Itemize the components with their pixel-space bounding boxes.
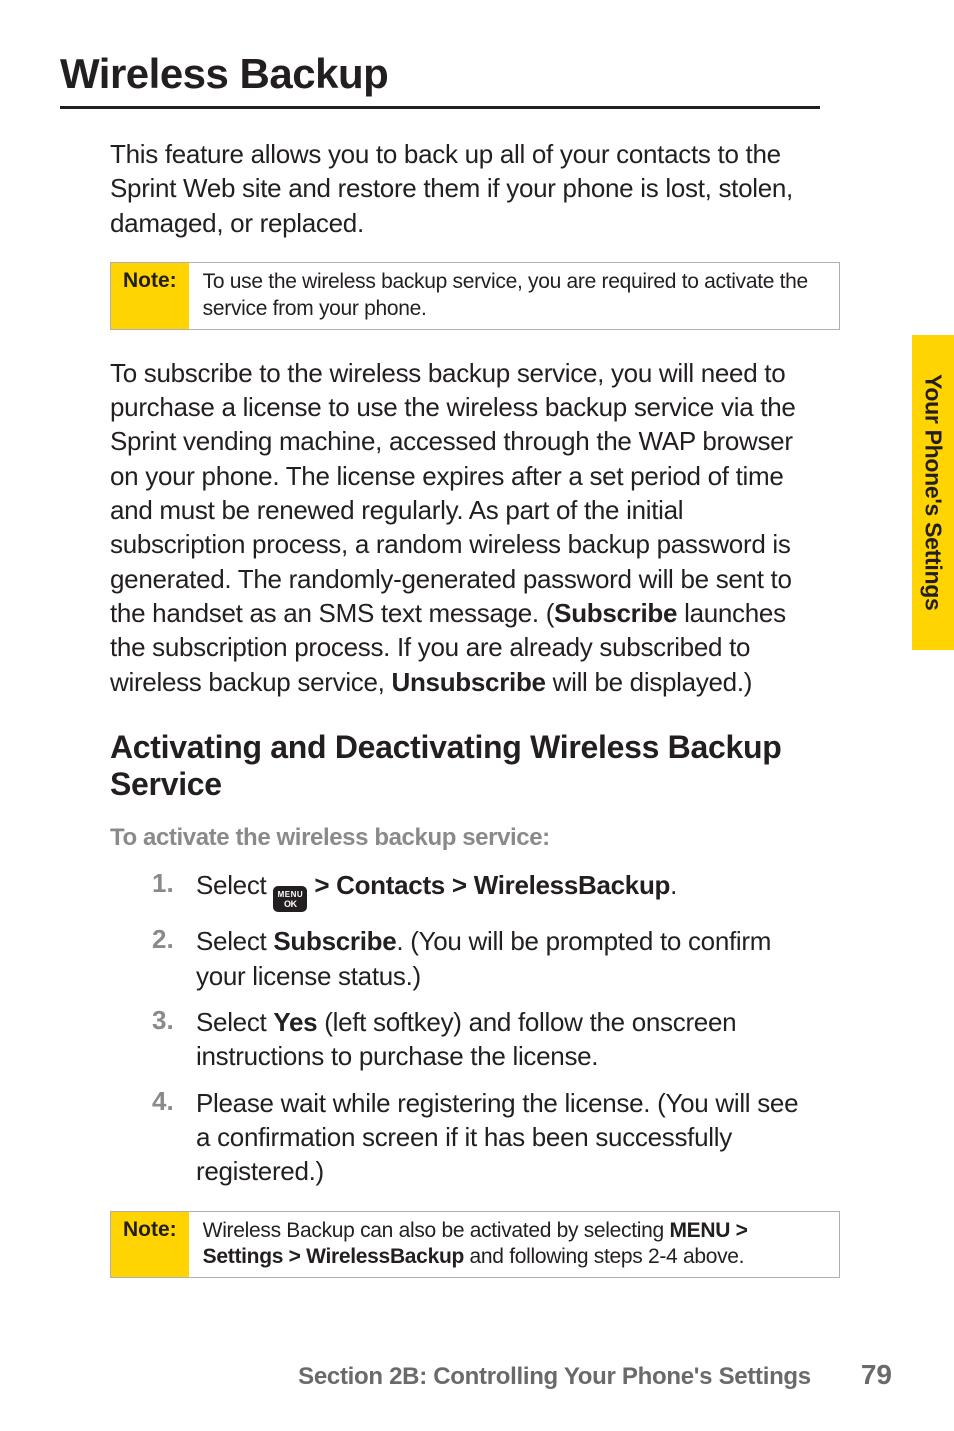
- text-span: Select: [196, 926, 273, 956]
- note-box-1: Note: To use the wireless backup service…: [110, 262, 840, 330]
- step-text: Select MENUOK > Contacts > WirelessBacku…: [196, 868, 677, 912]
- menu-icon-line1: MENU: [278, 891, 304, 899]
- subscribe-bold: Subscribe: [273, 926, 396, 956]
- note-label: Note:: [111, 263, 189, 329]
- footer-section-title: Section 2B: Controlling Your Phone's Set…: [298, 1363, 811, 1391]
- page-title: Wireless Backup: [60, 50, 820, 98]
- subheading: To activate the wireless backup service:: [110, 824, 820, 852]
- text-span: Wireless Backup can also be activated by…: [203, 1219, 670, 1242]
- intro-paragraph: This feature allows you to back up all o…: [110, 137, 820, 240]
- step-text: Please wait while registering the licens…: [196, 1086, 800, 1189]
- text-span: Select: [196, 1007, 273, 1037]
- menu-path-bold: > Contacts > WirelessBackup: [307, 870, 670, 900]
- step-text: Select Yes (left softkey) and follow the…: [196, 1005, 800, 1074]
- subscription-paragraph: To subscribe to the wireless backup serv…: [110, 356, 820, 699]
- text-span: To subscribe to the wireless backup serv…: [110, 358, 796, 628]
- step-number: 3.: [152, 1005, 196, 1074]
- text-span: .: [670, 870, 677, 900]
- note-box-2: Note: Wireless Backup can also be activa…: [110, 1211, 840, 1279]
- yes-bold: Yes: [273, 1007, 317, 1037]
- menu-icon-line2: OK: [284, 900, 297, 909]
- list-item: 1. Select MENUOK > Contacts > WirelessBa…: [152, 868, 800, 912]
- step-number: 1.: [152, 868, 196, 912]
- text-span: and following steps 2-4 above.: [464, 1245, 744, 1268]
- step-text: Select Subscribe. (You will be prompted …: [196, 924, 800, 993]
- list-item: 4. Please wait while registering the lic…: [152, 1086, 800, 1189]
- step-number: 2.: [152, 924, 196, 993]
- text-span: Select: [196, 870, 273, 900]
- side-tab-label: Your Phone's Settings: [920, 374, 947, 610]
- side-tab: Your Phone's Settings: [912, 335, 954, 650]
- menu-ok-icon: MENUOK: [273, 886, 307, 912]
- list-item: 2. Select Subscribe. (You will be prompt…: [152, 924, 800, 993]
- text-span: will be displayed.): [546, 667, 752, 697]
- note-text: Wireless Backup can also be activated by…: [189, 1212, 839, 1278]
- section-heading: Activating and Deactivating Wireless Bac…: [110, 729, 820, 803]
- step-number: 4.: [152, 1086, 196, 1189]
- subscribe-bold: Subscribe: [554, 598, 677, 628]
- note-label: Note:: [111, 1212, 189, 1278]
- unsubscribe-bold: Unsubscribe: [392, 667, 546, 697]
- footer-page-number: 79: [861, 1359, 892, 1391]
- page-footer: Section 2B: Controlling Your Phone's Set…: [0, 1359, 954, 1391]
- note-text: To use the wireless backup service, you …: [189, 263, 839, 329]
- title-rule: [60, 106, 820, 109]
- text-span: Please wait while registering the licens…: [196, 1088, 798, 1187]
- list-item: 3. Select Yes (left softkey) and follow …: [152, 1005, 800, 1074]
- steps-list: 1. Select MENUOK > Contacts > WirelessBa…: [152, 868, 800, 1188]
